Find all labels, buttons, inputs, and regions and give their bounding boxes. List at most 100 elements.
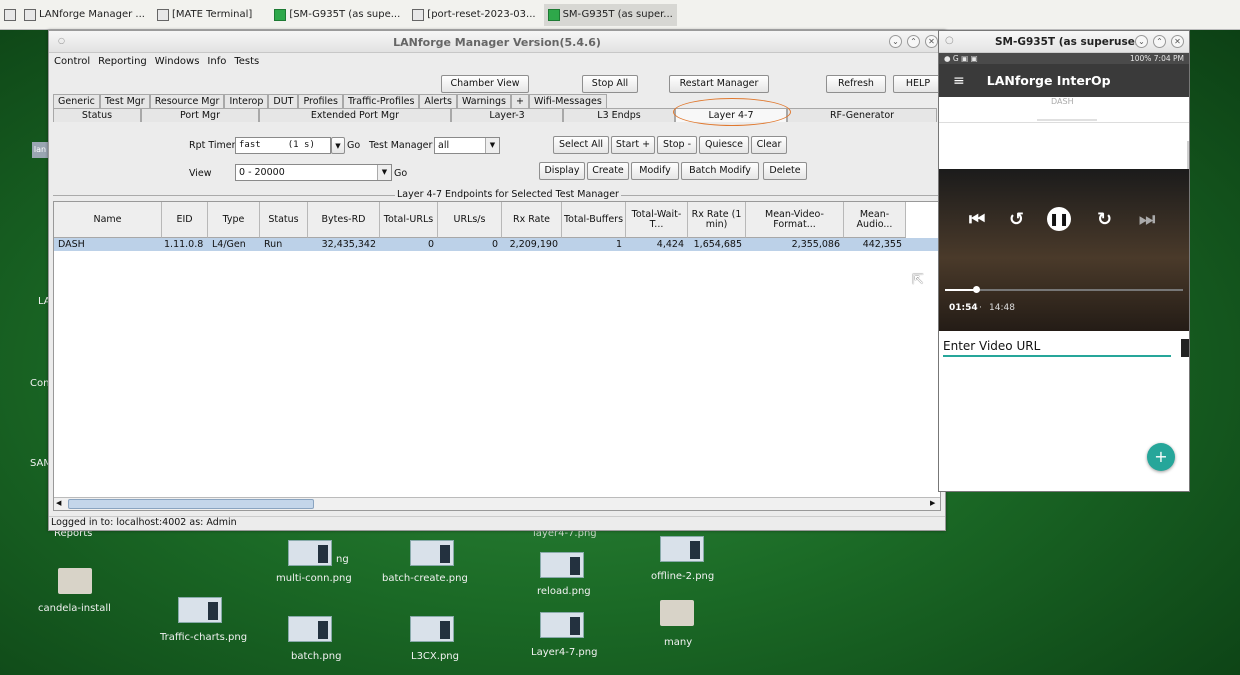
desktop-label-offline-2[interactable]: offline-2.png <box>651 571 714 582</box>
horizontal-scrollbar[interactable]: ◀ ▶ <box>54 497 940 510</box>
video-player[interactable]: ⏮ ↺ ❚❚ ↻ ⏭ 01:54 · 14:48 <box>939 169 1189 331</box>
skip-previous-icon[interactable]: ⏮ <box>969 209 985 230</box>
seek-bar[interactable] <box>945 289 1183 291</box>
refresh-button[interactable]: Refresh <box>826 75 886 93</box>
desktop-icon-lan[interactable]: lan <box>32 142 48 158</box>
column-header-eid[interactable]: EID <box>162 202 208 238</box>
column-header-name[interactable]: Name <box>54 202 162 238</box>
tab-plus[interactable]: + <box>511 94 529 108</box>
column-header-bytes-rd[interactable]: Bytes-RD <box>308 202 380 238</box>
tab-l3-endps[interactable]: L3 Endps <box>563 108 675 122</box>
image-file-icon[interactable] <box>410 540 454 566</box>
tab-alerts[interactable]: Alerts <box>419 94 457 108</box>
column-header-mean-audio[interactable]: Mean-Audio... <box>844 202 906 238</box>
rpt-timer-dropdown-icon[interactable]: ▼ <box>331 137 345 154</box>
desktop-label-batch[interactable]: batch.png <box>291 651 341 662</box>
tab-profiles[interactable]: Profiles <box>298 94 343 108</box>
start-button[interactable]: Start + <box>611 136 655 154</box>
view-select[interactable]: 0 - 20000 ▼ <box>235 164 392 181</box>
column-header-type[interactable]: Type <box>208 202 260 238</box>
phone-titlebar[interactable]: ○ SM-G935T (as superuser) ⌄ ⌃ ✕ <box>939 31 1189 53</box>
image-file-icon[interactable] <box>410 616 454 642</box>
menu-icon[interactable] <box>4 8 16 21</box>
maximize-icon[interactable]: ⌃ <box>1153 35 1166 48</box>
tab-wifi-messages[interactable]: Wifi-Messages <box>528 94 607 108</box>
minimize-icon[interactable]: ⌄ <box>889 35 902 48</box>
menu-windows[interactable]: Windows <box>155 56 200 67</box>
close-icon[interactable]: ✕ <box>1171 35 1184 48</box>
column-header-status[interactable]: Status <box>260 202 308 238</box>
tab-resource-mgr[interactable]: Resource Mgr <box>149 94 225 108</box>
tab-dash[interactable]: DASH <box>1051 97 1074 107</box>
tab-test-mgr[interactable]: Test Mgr <box>99 94 150 108</box>
image-file-icon[interactable] <box>660 536 704 562</box>
column-header-mean-video-format[interactable]: Mean-Video-Format... <box>746 202 844 238</box>
chevron-down-icon[interactable]: ▼ <box>485 138 499 153</box>
rewind-icon[interactable]: ↺ <box>1009 209 1024 230</box>
video-url-input[interactable]: Enter Video URL <box>943 337 1171 357</box>
window-menu-icon[interactable]: ○ <box>945 35 954 46</box>
create-button[interactable]: Create <box>587 162 629 180</box>
minimize-icon[interactable]: ⌄ <box>1135 35 1148 48</box>
tab-warnings[interactable]: Warnings <box>457 94 512 108</box>
stop-all-button[interactable]: Stop All <box>582 75 638 93</box>
column-header-rx-rate-1min[interactable]: Rx Rate (1 min) <box>688 202 746 238</box>
image-file-icon[interactable] <box>540 612 584 638</box>
tab-interop[interactable]: Interop <box>224 94 269 108</box>
tab-port-mgr[interactable]: Port Mgr <box>141 108 259 122</box>
taskbar-item-port-reset[interactable]: [port-reset-2023-03... <box>408 4 539 26</box>
seek-thumb[interactable] <box>973 286 980 293</box>
column-header-total-buffers[interactable]: Total-Buffers <box>562 202 626 238</box>
column-header-urls-s[interactable]: URLs/s <box>438 202 502 238</box>
fast-forward-icon[interactable]: ↻ <box>1097 209 1112 230</box>
chamber-view-button[interactable]: Chamber View <box>441 75 529 93</box>
column-header-total-wait[interactable]: Total-Wait-T... <box>626 202 688 238</box>
hamburger-menu-icon[interactable]: ≡ <box>953 73 965 89</box>
maximize-icon[interactable]: ⌃ <box>907 35 920 48</box>
desktop-label-batch-create[interactable]: batch-create.png <box>382 573 468 584</box>
restart-manager-button[interactable]: Restart Manager <box>669 75 769 93</box>
pause-icon[interactable]: ❚❚ <box>1047 207 1071 231</box>
scrollbar-thumb[interactable] <box>68 499 314 509</box>
rpt-timer-field[interactable]: fast (1 s) <box>235 137 331 154</box>
desktop-label-reload[interactable]: reload.png <box>537 586 591 597</box>
menu-tests[interactable]: Tests <box>234 56 259 67</box>
taskbar-item-phone-1[interactable]: [SM-G935T (as supe... <box>270 4 404 26</box>
desktop-label-many[interactable]: many <box>664 637 692 648</box>
tab-rf-generator[interactable]: RF-Generator <box>787 108 937 122</box>
scroll-left-icon[interactable]: ◀ <box>56 499 61 507</box>
tab-extended-port-mgr[interactable]: Extended Port Mgr <box>259 108 451 122</box>
image-file-icon[interactable] <box>288 540 332 566</box>
test-manager-select[interactable]: all ▼ <box>434 137 500 154</box>
image-file-icon[interactable] <box>288 616 332 642</box>
desktop-label-candela-install[interactable]: candela-install <box>38 603 111 614</box>
chevron-down-icon[interactable]: ▼ <box>377 165 391 180</box>
desktop-label-ng[interactable]: ng <box>336 554 349 565</box>
quiesce-button[interactable]: Quiesce <box>699 136 749 154</box>
tab-traffic-profiles[interactable]: Traffic-Profiles <box>342 94 420 108</box>
scroll-right-icon[interactable]: ▶ <box>930 499 935 507</box>
display-button[interactable]: Display <box>539 162 585 180</box>
taskbar-item-lanforge[interactable]: LANforge Manager ... <box>20 4 149 26</box>
url-submit-button[interactable] <box>1181 339 1189 357</box>
folder-icon[interactable] <box>660 600 694 626</box>
taskbar-item-phone-2[interactable]: SM-G935T (as super... <box>543 3 677 26</box>
select-all-button[interactable]: Select All <box>553 136 609 154</box>
delete-button[interactable]: Delete <box>763 162 807 180</box>
desktop-label-multi-conn[interactable]: multi-conn.png <box>276 573 352 584</box>
tab-status[interactable]: Status <box>53 108 141 122</box>
desktop-label-layer4-7[interactable]: Layer4-7.png <box>531 647 597 658</box>
desktop-label-traffic-charts[interactable]: Traffic-charts.png <box>160 632 247 643</box>
skip-next-icon[interactable]: ⏭ <box>1139 209 1155 230</box>
tab-generic[interactable]: Generic <box>53 94 100 108</box>
go-button-2[interactable]: Go <box>394 168 407 179</box>
clear-button[interactable]: Clear <box>751 136 787 154</box>
tab-dut[interactable]: DUT <box>268 94 299 108</box>
modify-button[interactable]: Modify <box>631 162 679 180</box>
help-button[interactable]: HELP <box>893 75 943 93</box>
menu-info[interactable]: Info <box>207 56 226 67</box>
desktop-label-l3cx[interactable]: L3CX.png <box>411 651 459 662</box>
image-file-icon[interactable] <box>178 597 222 623</box>
stop-button[interactable]: Stop - <box>657 136 697 154</box>
go-button-1[interactable]: Go <box>347 140 360 151</box>
